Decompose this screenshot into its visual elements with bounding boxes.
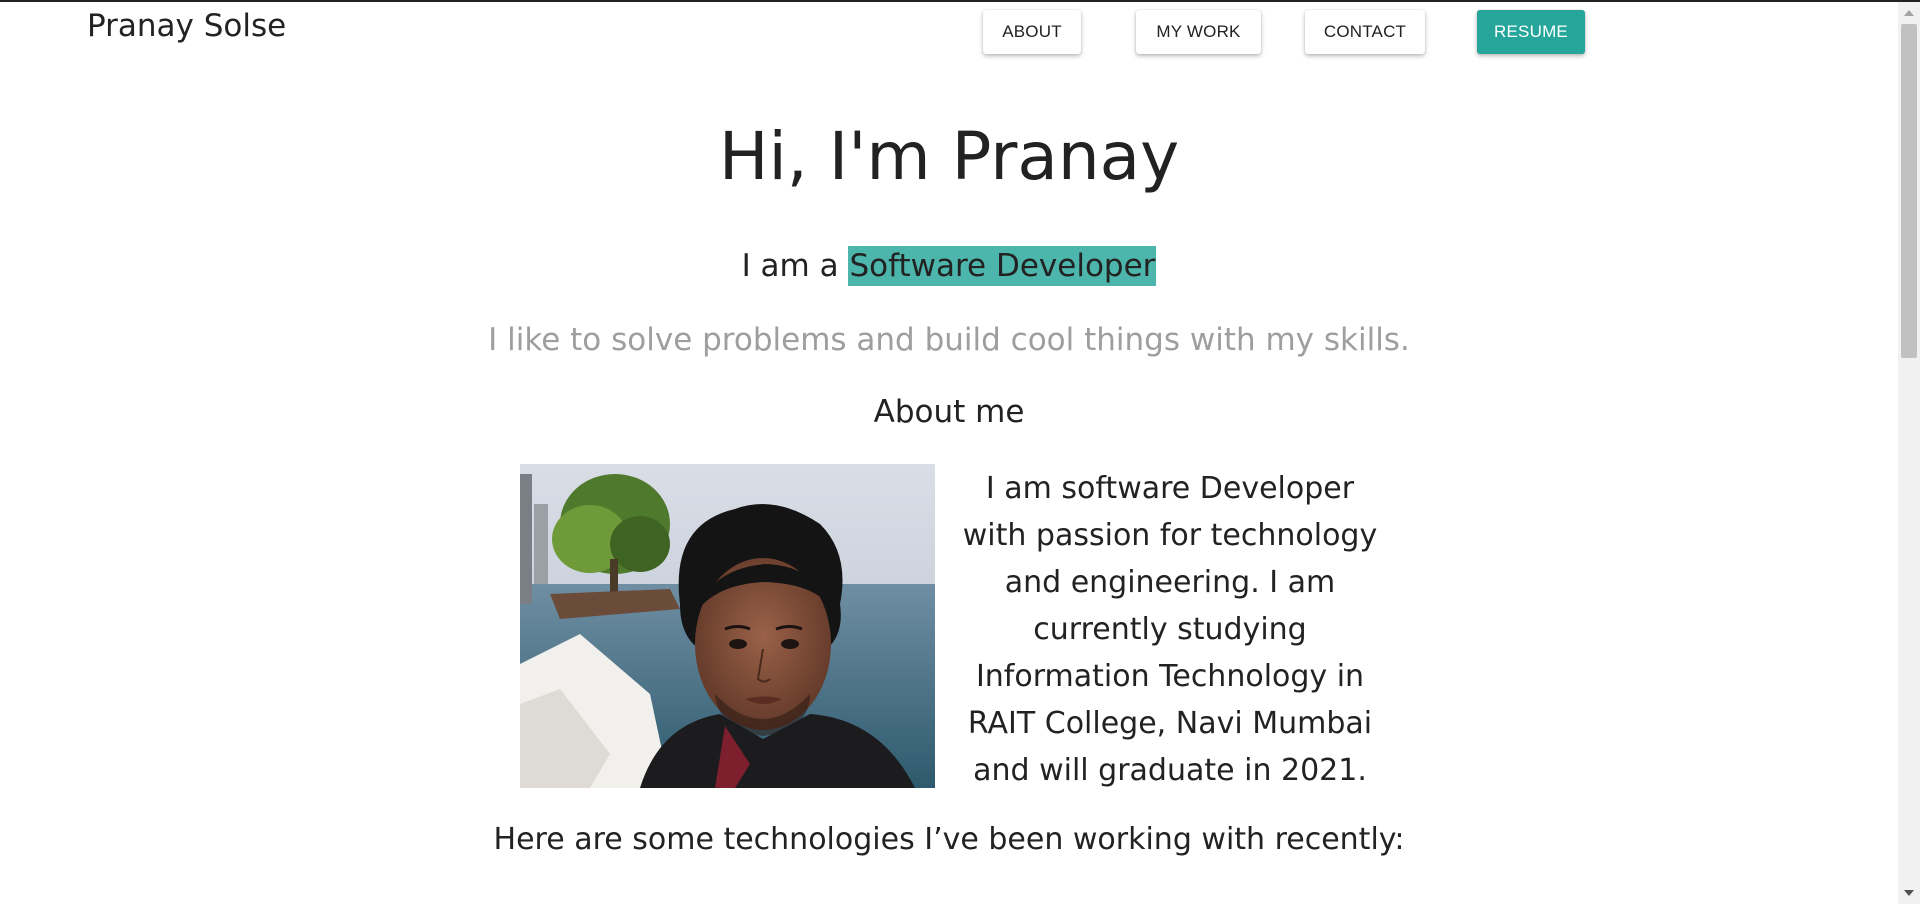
about-heading: About me [873, 394, 1025, 430]
about-button[interactable]: ABOUT [983, 10, 1081, 54]
vertical-scrollbar[interactable] [1898, 2, 1920, 904]
brand-logo[interactable]: Pranay Solse [87, 8, 286, 44]
profile-photo [520, 464, 935, 788]
role-highlight: Software Developer [848, 246, 1157, 286]
scroll-up-arrow-icon[interactable] [1898, 6, 1920, 20]
contact-button[interactable]: CONTACT [1305, 10, 1425, 54]
scrollbar-thumb[interactable] [1901, 24, 1917, 358]
role-line: I am a Software Developer [0, 246, 1898, 286]
my-work-button[interactable]: MY WORK [1136, 10, 1261, 54]
scroll-down-arrow-icon[interactable] [1898, 886, 1920, 900]
page: Pranay Solse ABOUT MY WORK CONTACT RESUM… [0, 0, 1898, 904]
hero-title: Hi, I'm Pranay [718, 118, 1180, 195]
technologies-intro: Here are some technologies I’ve been wor… [493, 822, 1405, 857]
about-bio: I am software Developer with passion for… [962, 471, 1378, 788]
resume-button[interactable]: RESUME [1477, 10, 1585, 54]
tagline: I like to solve problems and build cool … [488, 322, 1410, 358]
role-prefix: I am a [741, 248, 839, 284]
